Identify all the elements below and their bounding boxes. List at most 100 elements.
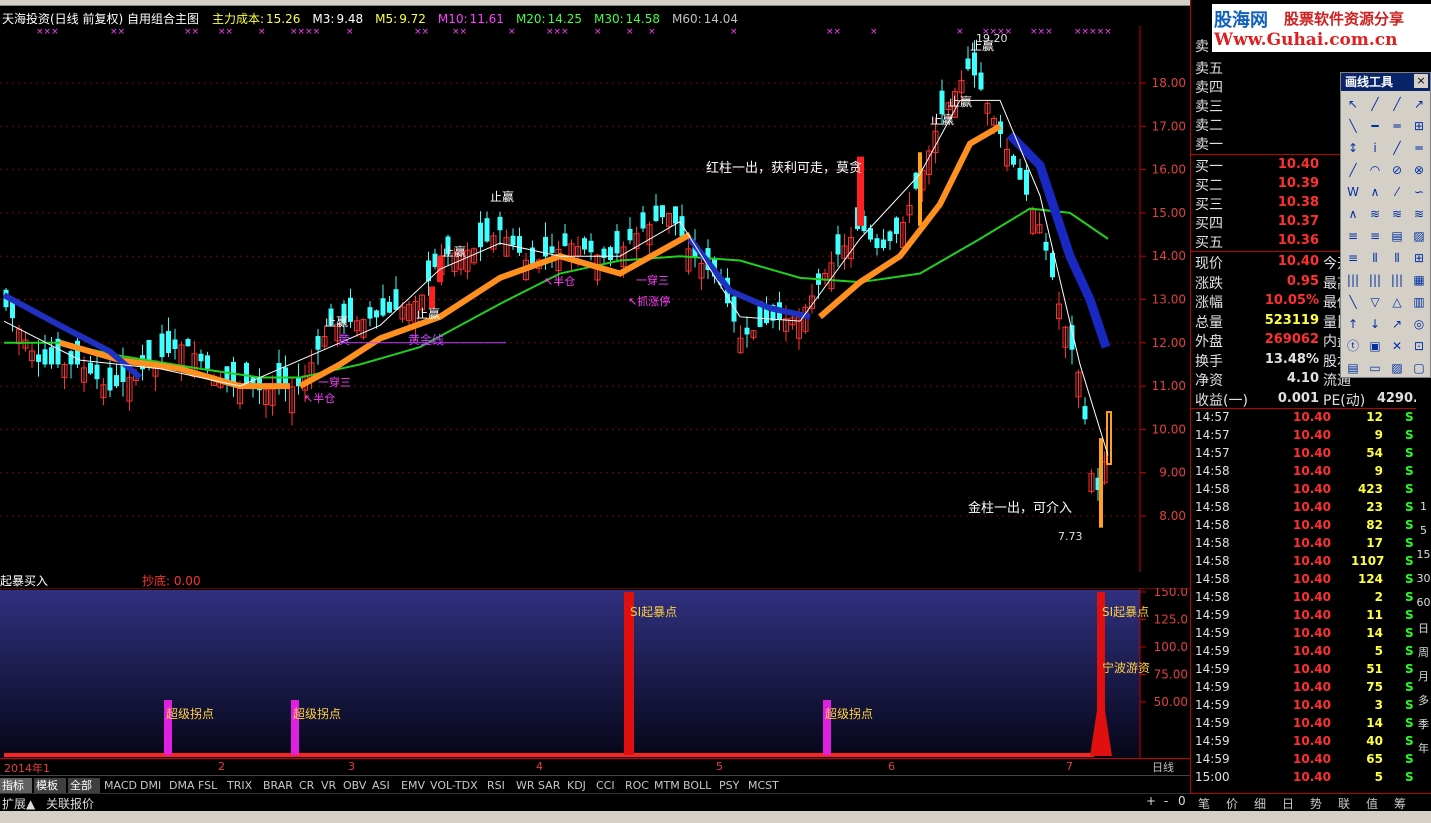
drawing-tool-icon[interactable]: ↗ [1388, 315, 1406, 333]
quote-tab[interactable]: 值 [1366, 795, 1378, 812]
tab-brar[interactable]: BRAR [261, 778, 295, 793]
drawing-tool-icon[interactable]: ≡ [1344, 249, 1362, 267]
close-icon[interactable]: × [1414, 74, 1428, 88]
drawing-tool-icon[interactable]: ◠ [1366, 161, 1384, 179]
drawing-tool-icon[interactable]: ↗ [1410, 95, 1428, 113]
drawing-tool-icon[interactable]: ↓ [1366, 315, 1384, 333]
drawing-tool-icon[interactable]: ≋ [1388, 205, 1406, 223]
drawing-tool-icon[interactable]: ╲ [1344, 117, 1362, 135]
drawing-tool-icon[interactable]: ▨ [1410, 227, 1428, 245]
tab-sar[interactable]: SAR [536, 778, 563, 793]
drawing-tool-icon[interactable]: ╱ [1344, 161, 1362, 179]
period-button[interactable]: 多 [1416, 692, 1431, 708]
tab-all[interactable]: 全部 [68, 778, 100, 793]
period-button[interactable]: 60 [1416, 596, 1431, 609]
tab-dma[interactable]: DMA [167, 778, 195, 793]
drawing-tool-icon[interactable]: ||| [1344, 271, 1362, 289]
drawing-tool-icon[interactable]: ||| [1388, 271, 1406, 289]
drawing-tool-icon[interactable]: ✕ [1388, 337, 1406, 355]
quote-tab[interactable]: 价 [1226, 795, 1238, 812]
drawing-tool-icon[interactable]: ⊞ [1410, 249, 1428, 267]
drawing-tool-icon[interactable]: ▤ [1344, 359, 1362, 377]
tab-template[interactable]: 模板 [34, 778, 66, 793]
tab-fsl[interactable]: FSL [196, 778, 223, 793]
period-label[interactable]: 日线 [1152, 759, 1174, 775]
quote-tab[interactable]: 笔 [1198, 795, 1210, 812]
period-button[interactable]: 15 [1416, 548, 1431, 561]
drawing-tool-icon[interactable]: ∧ [1366, 183, 1384, 201]
drawing-tool-icon[interactable]: ⫴ [1366, 249, 1384, 267]
expand-button[interactable]: 扩展▲ [2, 795, 35, 812]
drawing-tool-icon[interactable]: ⊘ [1388, 161, 1406, 179]
drawing-tool-icon[interactable]: ═ [1388, 117, 1406, 135]
tab-boll[interactable]: BOLL [681, 778, 715, 793]
drawing-tool-icon[interactable]: ↖ [1344, 95, 1362, 113]
drawing-tool-icon[interactable]: ⊡ [1410, 337, 1428, 355]
tab-rsi[interactable]: RSI [485, 778, 512, 793]
tab-cci[interactable]: CCI [594, 778, 621, 793]
tab-roc[interactable]: ROC [623, 778, 650, 793]
drawing-tool-icon[interactable]: ▨ [1388, 359, 1406, 377]
drawing-tool-icon[interactable]: ↕ [1344, 139, 1362, 157]
tab-mcst[interactable]: MCST [746, 778, 780, 793]
zoom-in-button[interactable]: + [1146, 794, 1156, 808]
related-quote-button[interactable]: 关联报价 [46, 795, 94, 812]
drawing-tool-icon[interactable]: △ [1388, 293, 1406, 311]
tab-indicator[interactable]: 指标 [0, 778, 32, 793]
drawing-tool-icon[interactable]: ▢ [1410, 359, 1428, 377]
quote-tab[interactable]: 联 [1338, 795, 1350, 812]
drawing-tool-icon[interactable]: ⊞ [1410, 117, 1428, 135]
drawing-tool-icon[interactable]: ╱ [1366, 95, 1384, 113]
tab-asi[interactable]: ASI [370, 778, 397, 793]
drawing-tool-icon[interactable]: ▦ [1410, 271, 1428, 289]
drawing-tool-icon[interactable]: ≡ [1366, 227, 1384, 245]
drawing-tool-icon[interactable]: ||| [1366, 271, 1384, 289]
tab-wr[interactable]: WR [514, 778, 535, 793]
quote-tab[interactable]: 势 [1310, 795, 1322, 812]
tab-vr[interactable]: VR [319, 778, 339, 793]
drawing-tool-icon[interactable]: ╱ [1388, 139, 1406, 157]
quote-tab[interactable]: 细 [1254, 795, 1266, 812]
drawing-tool-icon[interactable]: ╱ [1388, 95, 1406, 113]
drawing-tool-icon[interactable]: ▽ [1366, 293, 1384, 311]
period-button[interactable]: 月 [1416, 668, 1431, 684]
drawing-tool-icon[interactable]: ▣ [1366, 337, 1384, 355]
drawing-tool-icon[interactable]: ⁄ [1388, 183, 1406, 201]
zoom-out-button[interactable]: - [1164, 794, 1168, 808]
drawing-tool-icon[interactable]: ∽ [1410, 183, 1428, 201]
tab-emv[interactable]: EMV [399, 778, 426, 793]
drawing-tool-icon[interactable]: ≡ [1344, 227, 1362, 245]
period-button[interactable]: 日 [1416, 620, 1431, 636]
indicator-chart[interactable]: 150.0 125.0 100.0 75.00 50.00 超级拐点 超级拐点 超级拐点 SI起… [0, 588, 1190, 758]
drawing-tool-icon[interactable]: ∧ [1344, 205, 1362, 223]
drawing-tool-icon[interactable]: ⊗ [1410, 161, 1428, 179]
tab-psy[interactable]: PSY [717, 778, 744, 793]
quote-tab[interactable]: 筹 [1394, 795, 1406, 812]
drawing-tool-icon[interactable]: W [1344, 183, 1362, 201]
drawing-tool-icon[interactable]: ▭ [1366, 359, 1384, 377]
period-button[interactable]: 季 [1416, 716, 1431, 732]
drawing-tool-icon[interactable]: ↑ [1344, 315, 1362, 333]
drawing-tool-icon[interactable]: ≋ [1366, 205, 1384, 223]
tab-kdj[interactable]: KDJ [565, 778, 592, 793]
tab-cr[interactable]: CR [297, 778, 317, 793]
drawing-tool-icon[interactable]: ⅰ [1366, 139, 1384, 157]
quote-tab[interactable]: 日 [1282, 795, 1294, 812]
drawing-tool-icon[interactable]: ━ [1366, 117, 1384, 135]
period-button[interactable]: 30 [1416, 572, 1431, 585]
period-button[interactable]: 年 [1416, 740, 1431, 756]
drawing-tool-icon[interactable]: ◎ [1410, 315, 1428, 333]
tab-dmi[interactable]: DMI [138, 778, 165, 793]
tab-vol-tdx[interactable]: VOL-TDX [428, 778, 483, 793]
tab-trix[interactable]: TRIX [225, 778, 259, 793]
tab-mtm[interactable]: MTM [652, 778, 680, 793]
period-button[interactable]: 1 [1416, 500, 1431, 513]
tab-macd[interactable]: MACD [102, 778, 137, 793]
drawing-tool-icon[interactable]: ⓣ [1344, 337, 1362, 355]
reset-button[interactable]: 0 [1178, 794, 1186, 808]
drawing-tool-icon[interactable]: ═ [1410, 139, 1428, 157]
drawing-tool-icon[interactable]: ⫴ [1388, 249, 1406, 267]
drawing-tool-icon[interactable]: ╲ [1344, 293, 1362, 311]
period-button[interactable]: 5 [1416, 524, 1431, 537]
candlestick-chart[interactable]: 18.00 17.00 16.00 15.00 14.00 13.00 12.00 11.00… [0, 26, 1190, 572]
